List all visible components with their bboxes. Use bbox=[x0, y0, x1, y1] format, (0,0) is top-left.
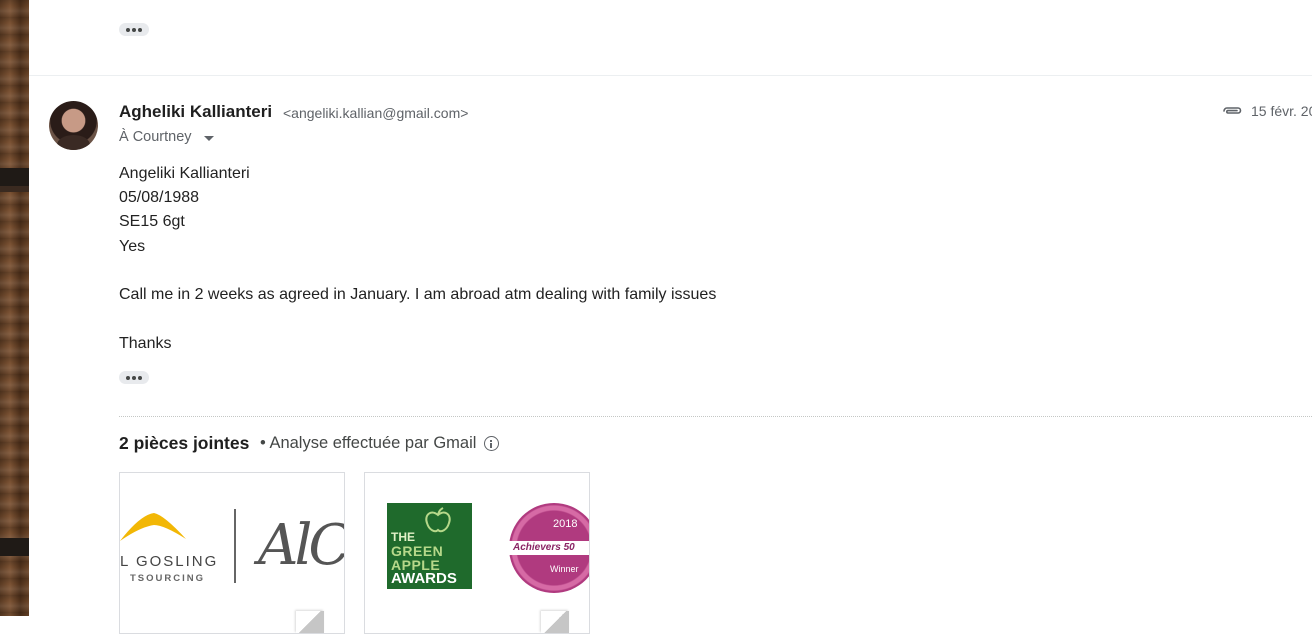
badge-winner: Winner bbox=[550, 564, 579, 574]
attachment-card[interactable]: THE GREEN APPLE AWARDS 2018 Achievers 50… bbox=[364, 472, 590, 634]
message-date: 15 févr. 20 bbox=[1251, 103, 1312, 119]
show-trimmed-content-button-top[interactable] bbox=[119, 23, 149, 36]
wood-dark-band bbox=[0, 168, 29, 186]
page-fold-icon bbox=[296, 611, 324, 633]
sender-avatar[interactable] bbox=[49, 101, 98, 150]
logo-subtext: TSOURCING bbox=[130, 573, 205, 584]
dot-icon bbox=[132, 27, 136, 32]
show-trimmed-content-button[interactable] bbox=[119, 371, 149, 384]
apple-icon bbox=[425, 507, 451, 533]
recipient-label: À Courtney bbox=[119, 129, 192, 145]
chevron-down-icon[interactable] bbox=[203, 135, 214, 141]
body-line: Angeliki Kallianteri bbox=[119, 165, 250, 182]
green-apple-logo: THE GREEN APPLE AWARDS bbox=[387, 503, 472, 589]
info-icon[interactable] bbox=[484, 436, 500, 451]
attachments-divider bbox=[119, 416, 1312, 417]
paperclip-icon bbox=[1223, 107, 1242, 114]
achievers-badge: 2018 Achievers 50 Winner bbox=[509, 503, 589, 593]
dot-icon bbox=[126, 375, 130, 380]
recipient-line[interactable]: À Courtney bbox=[119, 129, 214, 145]
green-text-line: THE bbox=[391, 530, 415, 544]
badge-year: 2018 bbox=[553, 518, 578, 530]
scan-note-text: • Analyse effectuée par Gmail bbox=[260, 434, 477, 452]
dot-icon bbox=[138, 375, 142, 380]
logo-divider bbox=[234, 509, 236, 583]
logo-text: L GOSLING bbox=[120, 553, 219, 570]
email-pane: Agheliki Kallianteri <angeliki.kallian@g… bbox=[29, 0, 1312, 634]
body-line: Thanks bbox=[119, 335, 172, 352]
body-line: Call me in 2 weeks as agreed in January.… bbox=[119, 286, 717, 303]
body-line: 05/08/1988 bbox=[119, 189, 200, 206]
sender-email: <angeliki.kallian@gmail.com> bbox=[283, 105, 469, 121]
logo-script: AlC bbox=[258, 513, 345, 578]
message-divider bbox=[29, 75, 1312, 76]
body-line: SE15 6gt bbox=[119, 213, 185, 230]
attachments-scan-note: • Analyse effectuée par Gmail bbox=[260, 434, 500, 453]
wood-dark-band bbox=[0, 538, 29, 556]
wood-dark-band bbox=[0, 186, 29, 192]
dot-icon bbox=[138, 27, 142, 32]
body-line: Yes bbox=[119, 238, 146, 255]
desktop-wood-background bbox=[0, 0, 29, 616]
page-fold-icon bbox=[541, 611, 569, 633]
sender-name[interactable]: Agheliki Kallianteri bbox=[119, 102, 272, 122]
badge-ribbon: Achievers 50 bbox=[509, 541, 589, 555]
logo-roof-icon bbox=[120, 513, 186, 541]
message-meta: 15 févr. 20 bbox=[1221, 103, 1312, 119]
dot-icon bbox=[126, 27, 130, 32]
attachment-card[interactable]: L GOSLING TSOURCING AlC bbox=[119, 472, 345, 634]
green-text-line: AWARDS bbox=[391, 570, 457, 587]
attachments-title: 2 pièces jointes bbox=[119, 433, 250, 453]
dot-icon bbox=[132, 375, 136, 380]
